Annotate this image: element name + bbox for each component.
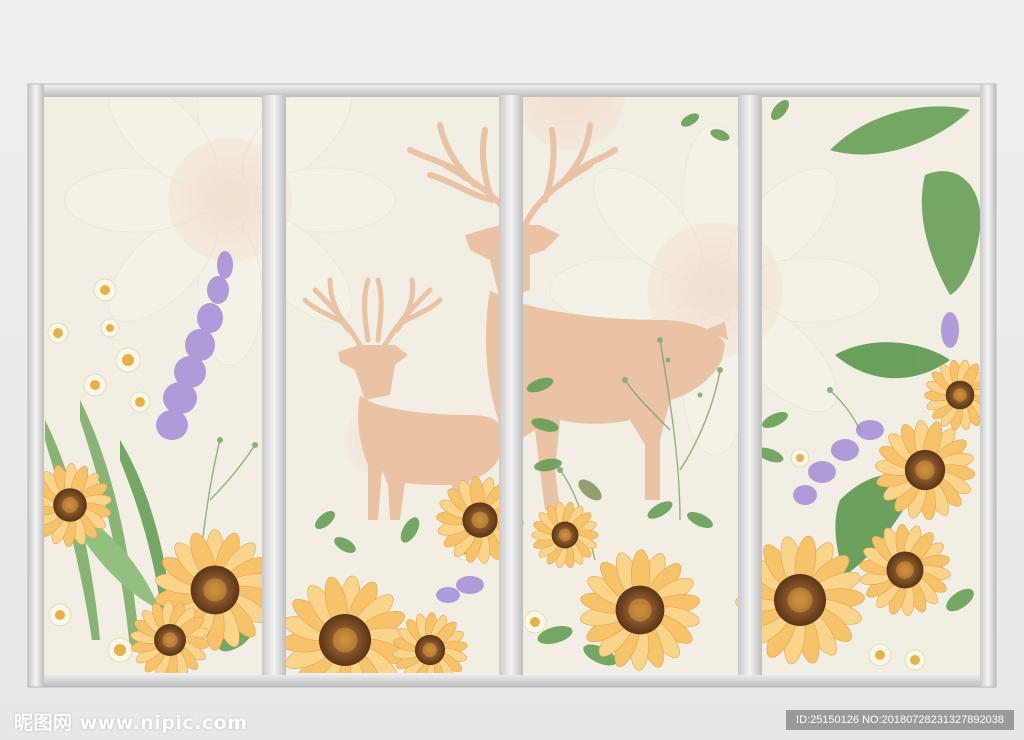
mullion-3 (738, 95, 762, 675)
watermark-site: 昵图网 www.nipic.com (14, 712, 248, 734)
mullion-2 (499, 95, 523, 675)
frame-right-stile (980, 84, 996, 687)
frame-bottom-rail (28, 673, 996, 687)
mullion-1 (262, 95, 286, 675)
watermark-id: ID:25150126 NO:20180728231327892038 (786, 710, 1014, 730)
mural-artwork (27, 83, 997, 688)
frame-left-stile (28, 84, 44, 687)
